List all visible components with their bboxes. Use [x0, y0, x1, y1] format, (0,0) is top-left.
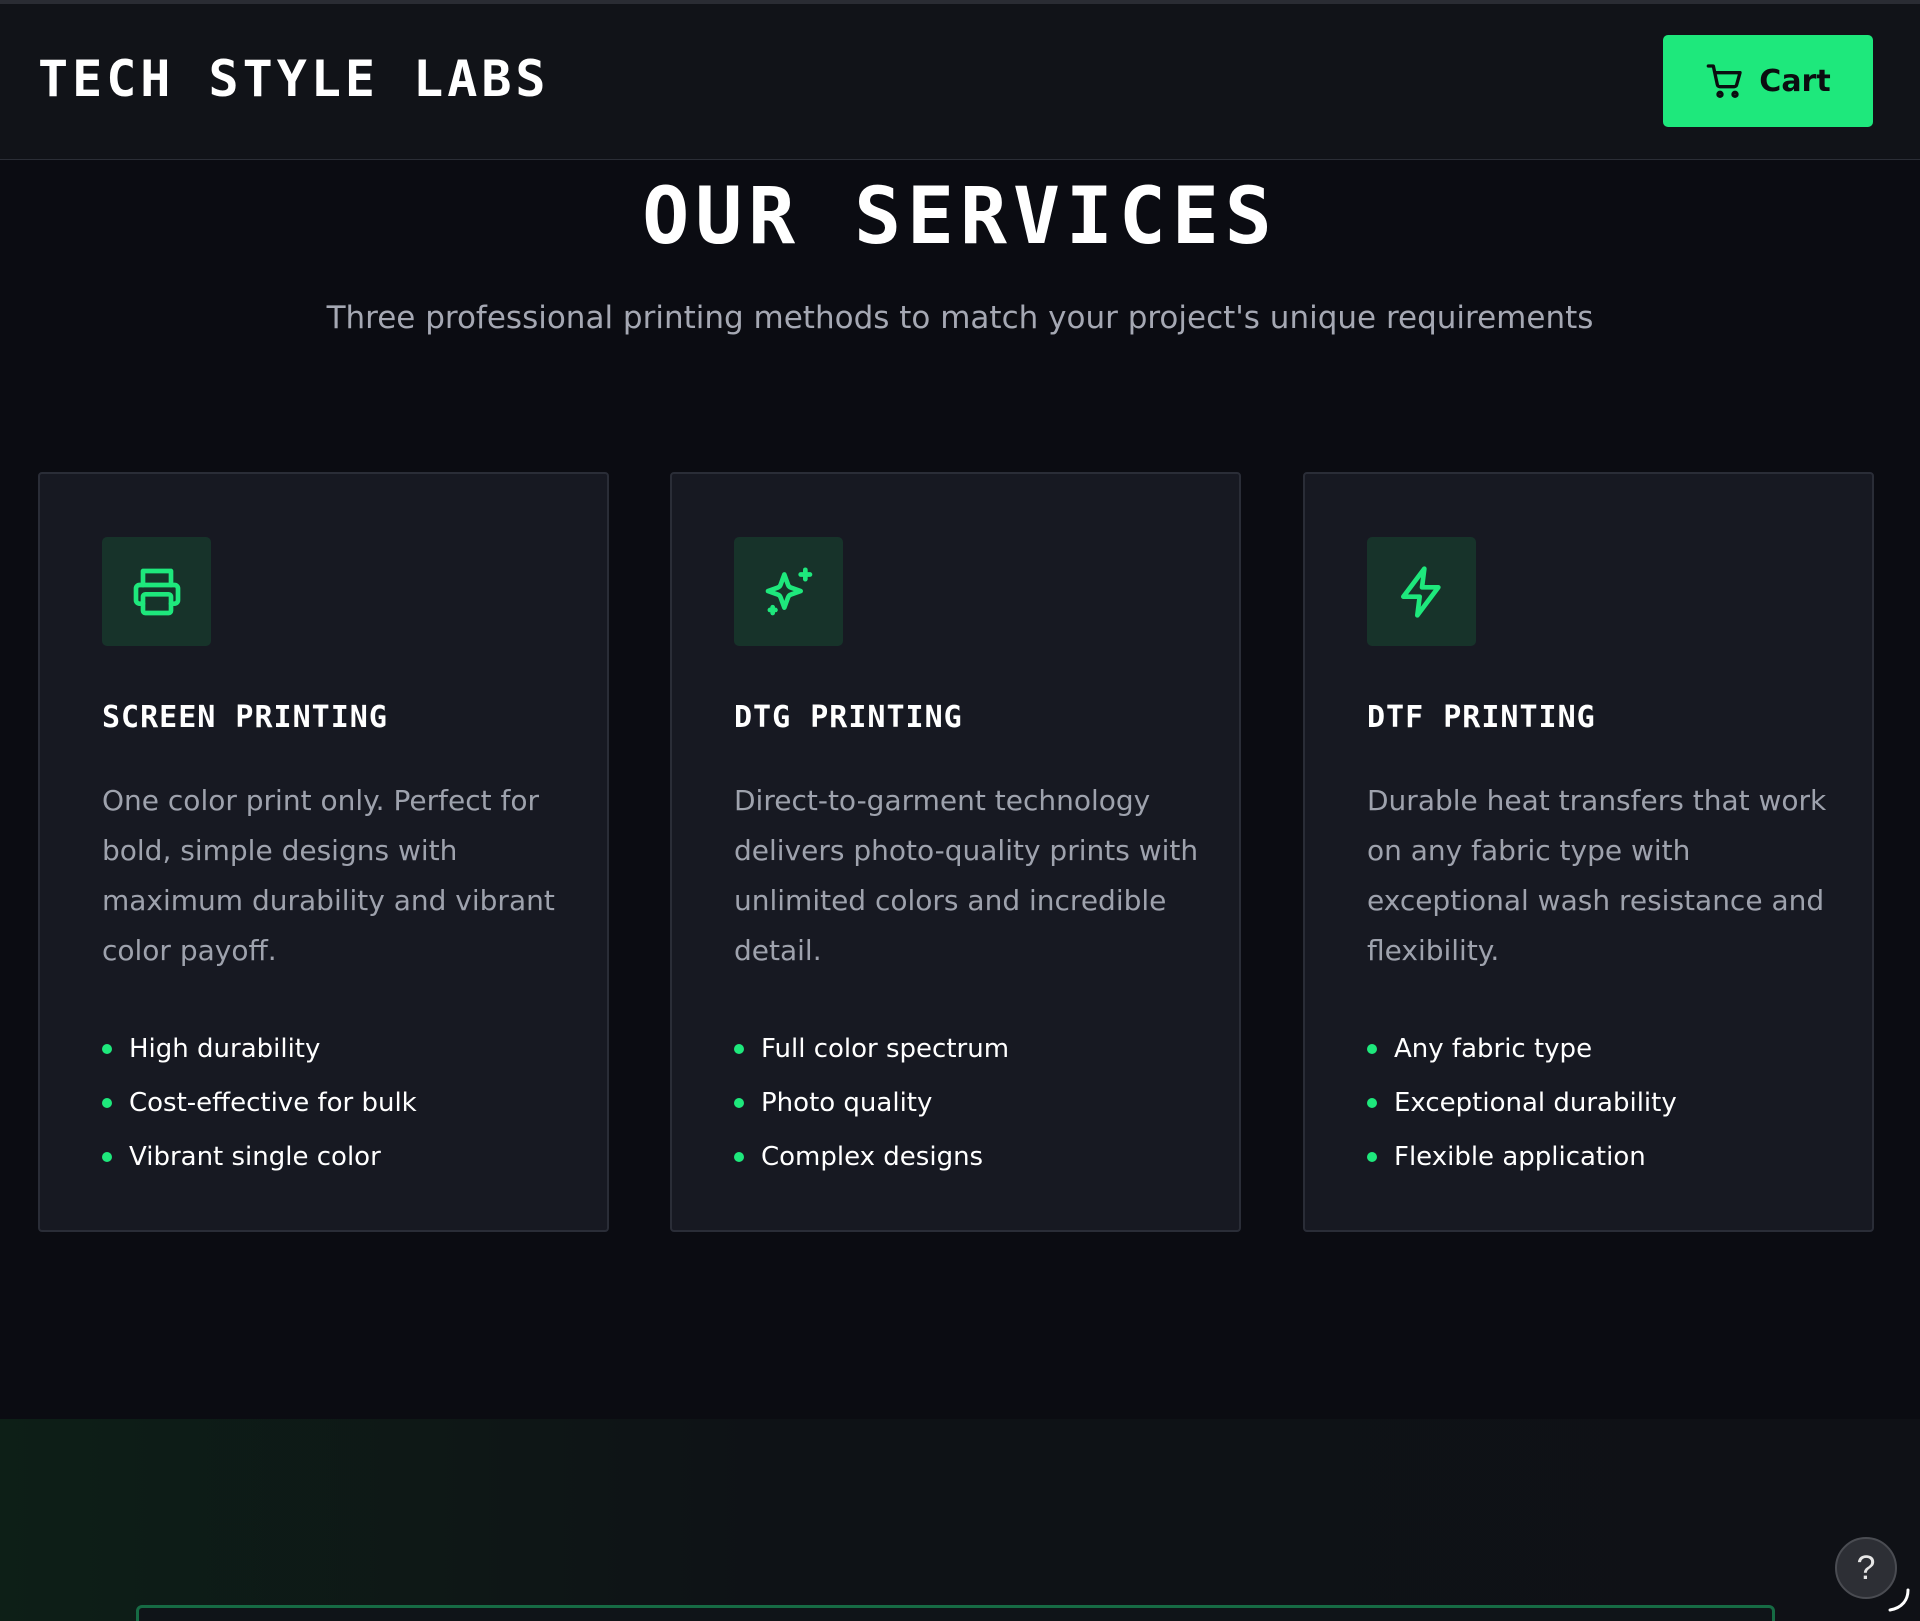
next-section-panel	[136, 1605, 1775, 1621]
service-card-dtg-printing: DTG PRINTING Direct-to-garment technolog…	[670, 472, 1241, 1232]
feature-label: High durability	[129, 1034, 321, 1064]
service-description: Direct-to-garment technology delivers ph…	[734, 784, 1199, 967]
service-card-dtf-printing: DTF PRINTING Durable heat transfers that…	[1303, 472, 1874, 1232]
feature-label: Exceptional durability	[1394, 1088, 1677, 1118]
brand-logo[interactable]: TECH STYLE LABS	[38, 50, 550, 108]
feature-list: Full color spectrum Photo quality Comple…	[734, 1022, 1009, 1184]
bullet-dot	[734, 1152, 744, 1162]
service-icon-tile	[102, 537, 211, 646]
loading-spinner-icon	[1888, 1588, 1910, 1612]
shopping-cart-icon	[1706, 64, 1742, 98]
feature-list: High durability Cost-effective for bulk …	[102, 1022, 417, 1184]
feature-label: Complex designs	[761, 1142, 984, 1172]
feature-label: Vibrant single color	[129, 1142, 381, 1172]
service-card-screen-printing: SCREEN PRINTING One color print only. Pe…	[38, 472, 609, 1232]
feature-list: Any fabric type Exceptional durability F…	[1367, 1022, 1677, 1184]
feature-item: Photo quality	[734, 1076, 1009, 1130]
feature-item: Any fabric type	[1367, 1022, 1677, 1076]
sparkles-icon	[765, 567, 812, 615]
service-description: One color print only. Perfect for bold, …	[102, 784, 555, 967]
cart-button[interactable]: Cart	[1663, 35, 1873, 127]
feature-item: Complex designs	[734, 1130, 1009, 1184]
lightning-icon	[1400, 565, 1441, 618]
feature-item: Cost-effective for bulk	[102, 1076, 417, 1130]
bullet-dot	[734, 1044, 744, 1054]
service-title: SCREEN PRINTING	[102, 700, 388, 735]
bullet-dot	[734, 1098, 744, 1108]
feature-label: Cost-effective for bulk	[129, 1088, 417, 1118]
service-description: Durable heat transfers that work on any …	[1367, 784, 1827, 967]
page: TECH STYLE LABS Cart OUR SERVICES Three …	[0, 0, 1920, 1621]
service-title: DTF PRINTING	[1367, 700, 1596, 735]
bullet-dot	[1367, 1152, 1377, 1162]
feature-item: Vibrant single color	[102, 1130, 417, 1184]
feature-label: Photo quality	[761, 1088, 933, 1118]
service-icon-tile	[1367, 537, 1476, 646]
cart-button-label: Cart	[1759, 63, 1831, 99]
feature-label: Flexible application	[1394, 1142, 1646, 1172]
section-title: OUR SERVICES	[642, 172, 1278, 262]
bullet-dot	[1367, 1044, 1377, 1054]
help-icon: ?	[1856, 1548, 1876, 1587]
feature-item: Exceptional durability	[1367, 1076, 1677, 1130]
printer-icon	[133, 568, 180, 615]
service-icon-tile	[734, 537, 843, 646]
section-subtitle: Three professional printing methods to m…	[326, 300, 1594, 336]
feature-item: Flexible application	[1367, 1130, 1677, 1184]
next-section-background	[0, 1419, 1920, 1621]
site-header: TECH STYLE LABS Cart	[0, 4, 1920, 160]
service-title: DTG PRINTING	[734, 700, 963, 735]
bullet-dot	[102, 1098, 112, 1108]
feature-item: Full color spectrum	[734, 1022, 1009, 1076]
feature-label: Full color spectrum	[761, 1034, 1010, 1064]
feature-item: High durability	[102, 1022, 417, 1076]
bullet-dot	[102, 1044, 112, 1054]
bullet-dot	[102, 1152, 112, 1162]
bullet-dot	[1367, 1098, 1377, 1108]
feature-label: Any fabric type	[1394, 1034, 1593, 1064]
